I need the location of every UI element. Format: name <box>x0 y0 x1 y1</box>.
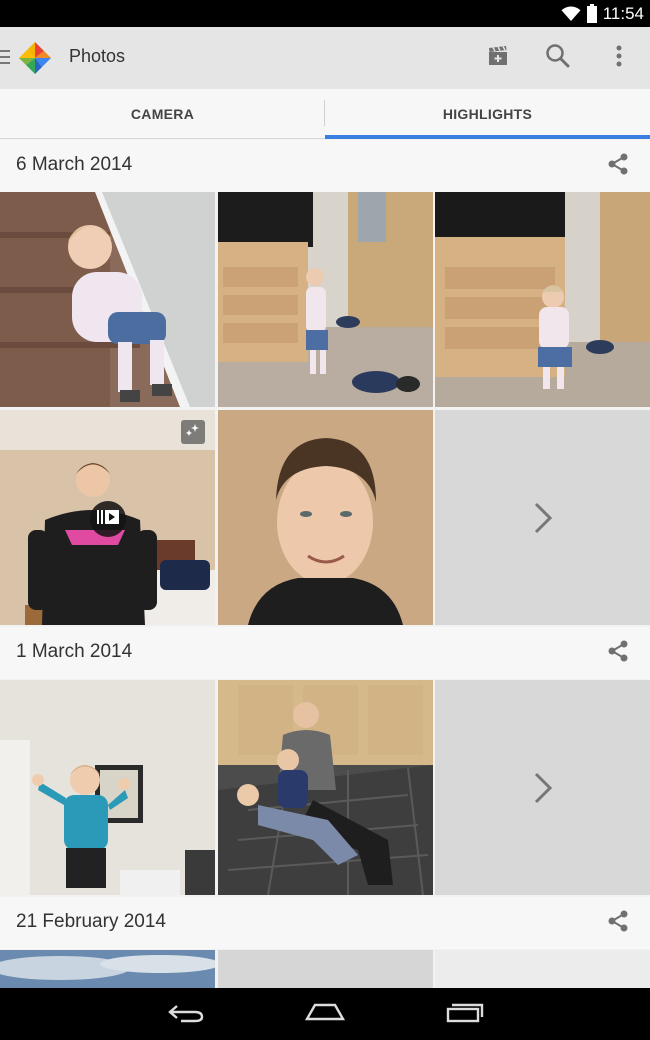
app-title: Photos <box>69 46 126 66</box>
photos-logo-icon[interactable] <box>17 40 53 76</box>
section-header: 1 March 2014 <box>0 627 650 679</box>
share-button[interactable] <box>604 639 632 667</box>
back-button[interactable] <box>162 998 210 1030</box>
home-button[interactable] <box>301 998 349 1030</box>
share-icon <box>606 639 630 668</box>
sparkle-icon <box>185 422 201 443</box>
overflow-menu-icon <box>616 44 622 73</box>
photo-man-portrait <box>218 410 433 625</box>
search-button[interactable] <box>540 40 576 76</box>
section-header: 6 March 2014 <box>0 140 650 192</box>
video-badge <box>90 501 126 537</box>
movie-maker-button[interactable] <box>480 40 516 76</box>
photo-thumbnail[interactable] <box>435 192 650 407</box>
photo-thumbnail[interactable] <box>218 192 433 407</box>
home-icon <box>304 1001 346 1028</box>
photo-boy-waving <box>0 680 215 895</box>
system-nav-bar <box>0 988 650 1040</box>
share-icon <box>606 909 630 938</box>
movie-maker-icon <box>487 45 509 72</box>
photo-thumbnail[interactable] <box>0 680 215 895</box>
recents-button[interactable] <box>440 998 488 1030</box>
wifi-icon <box>561 5 581 22</box>
video-play-icon <box>96 508 120 531</box>
see-more-button[interactable] <box>435 410 650 625</box>
photo-thumbnail[interactable] <box>0 192 215 407</box>
tab-bar: CAMERA HIGHLIGHTS <box>0 89 650 139</box>
section-date: 21 February 2014 <box>16 911 166 932</box>
photo-girl-by-tv <box>218 192 433 407</box>
app-bar: Photos <box>0 27 650 89</box>
photo-girl-by-drawers <box>435 192 650 407</box>
chevron-right-icon <box>533 771 553 805</box>
search-icon <box>545 43 571 74</box>
see-more-button[interactable] <box>435 680 650 895</box>
photo-thumbnail[interactable] <box>0 410 215 625</box>
photo-dad-with-kids <box>218 680 433 895</box>
overflow-menu-button[interactable] <box>601 40 637 76</box>
status-icons: 11:54 <box>561 0 644 27</box>
battery-icon <box>586 4 597 23</box>
tab-camera[interactable]: CAMERA <box>0 89 325 139</box>
photo-sky <box>0 950 215 988</box>
section-date: 1 March 2014 <box>16 641 133 662</box>
auto-awesome-badge <box>181 420 205 444</box>
photo-thumbnail[interactable] <box>218 950 433 988</box>
back-icon <box>167 1001 205 1028</box>
recents-icon <box>444 1001 484 1028</box>
navigation-drawer-icon[interactable] <box>0 48 12 66</box>
status-time: 11:54 <box>602 3 644 23</box>
share-button[interactable] <box>604 909 632 937</box>
photo-thumbnail[interactable] <box>218 680 433 895</box>
chevron-right-icon <box>533 501 553 535</box>
share-button[interactable] <box>604 152 632 180</box>
photo-thumbnail[interactable] <box>218 410 433 625</box>
tab-selected-indicator <box>325 135 650 139</box>
share-icon <box>606 152 630 181</box>
photo-thumbnail[interactable] <box>435 950 650 988</box>
tab-highlights[interactable]: HIGHLIGHTS <box>325 89 650 139</box>
status-bar: 11:54 <box>0 0 650 27</box>
section-date: 6 March 2014 <box>16 154 133 175</box>
section-header: 21 February 2014 <box>0 897 650 949</box>
photo-girl-on-stairs <box>0 192 215 407</box>
photo-thumbnail[interactable] <box>0 950 215 988</box>
